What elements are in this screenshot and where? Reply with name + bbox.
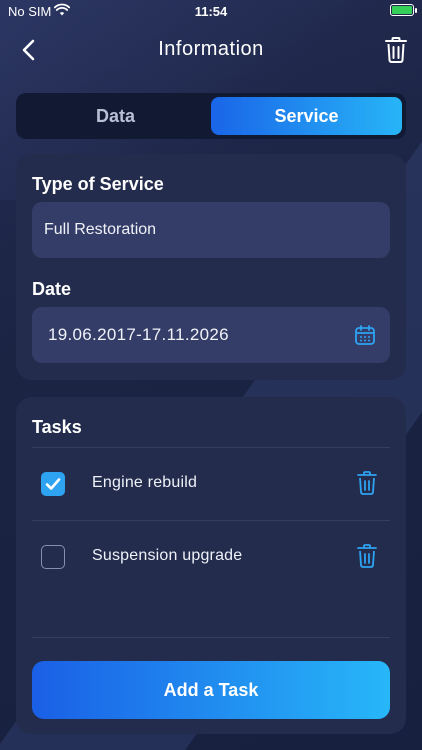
- date-label: Date: [32, 279, 72, 299]
- segmented-tabs: Data Service: [16, 93, 406, 139]
- clock: 11:54: [194, 4, 228, 19]
- checkmark-icon: [45, 478, 61, 490]
- task-item: Suspension upgrade: [16, 527, 406, 587]
- page-title: Information: [158, 38, 264, 60]
- calendar-icon[interactable]: [354, 324, 376, 346]
- date-value: 19.06.2017-17.11.2026: [48, 325, 229, 344]
- divider: [32, 520, 390, 521]
- task-label: Suspension upgrade: [92, 547, 243, 564]
- trash-icon[interactable]: [384, 36, 408, 64]
- tasks-heading: Tasks: [32, 417, 82, 437]
- trash-icon[interactable]: [356, 543, 378, 569]
- status-bar: No SIM 11:54: [0, 0, 422, 22]
- navigation-bar: Information: [0, 26, 422, 74]
- tab-data[interactable]: Data: [20, 97, 211, 135]
- tab-service[interactable]: Service: [211, 97, 402, 135]
- trash-icon[interactable]: [356, 470, 378, 496]
- date-field[interactable]: 19.06.2017-17.11.2026: [32, 307, 390, 363]
- divider: [32, 637, 390, 638]
- divider: [32, 447, 390, 448]
- task-label: Engine rebuild: [92, 474, 198, 491]
- task-checkbox-checked[interactable]: [41, 472, 65, 496]
- task-checkbox-unchecked[interactable]: [41, 545, 65, 569]
- type-of-service-field[interactable]: Full Restoration: [32, 202, 390, 258]
- battery-icon: [390, 4, 417, 16]
- add-task-button[interactable]: Add a Task: [32, 661, 390, 719]
- task-item: Engine rebuild: [16, 454, 406, 514]
- service-info-card: Type of Service Full Restoration Date 19…: [16, 154, 406, 380]
- type-of-service-value: Full Restoration: [44, 221, 157, 238]
- tasks-card: Tasks Engine rebuild Suspension upgrade …: [16, 397, 406, 734]
- type-of-service-label: Type of Service: [32, 174, 164, 194]
